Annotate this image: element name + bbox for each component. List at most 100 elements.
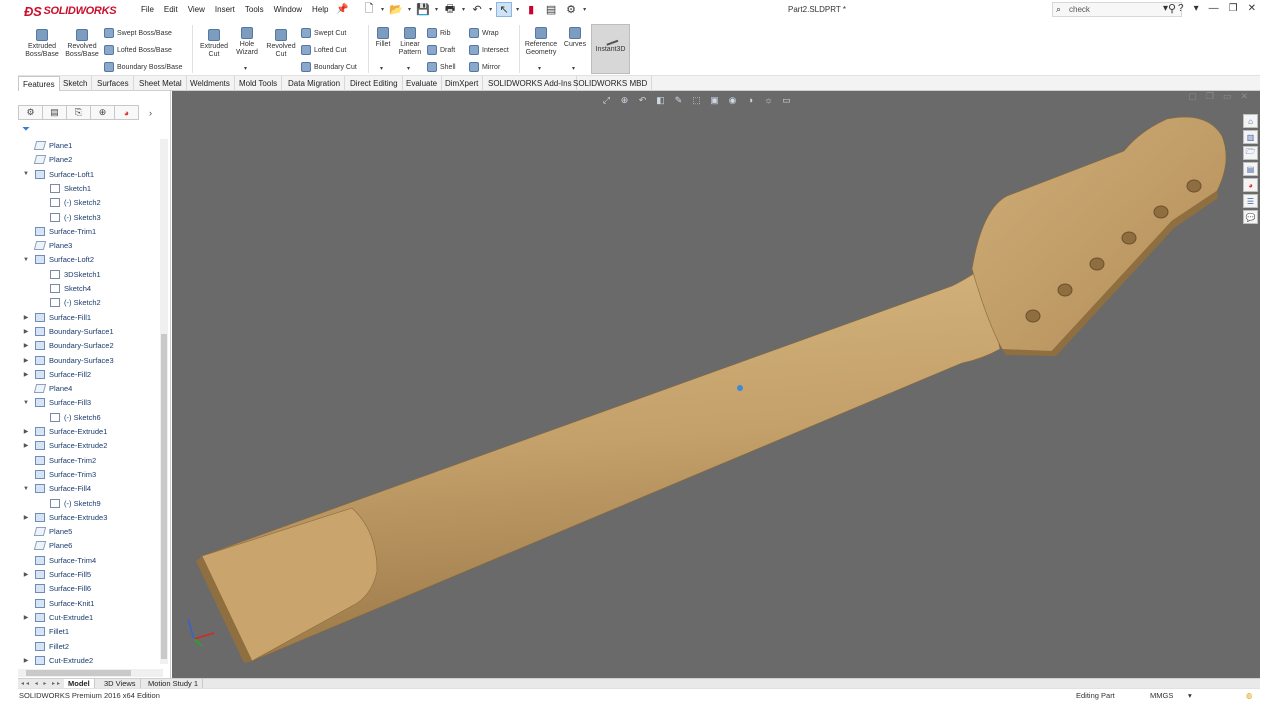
chevron-down-icon[interactable]: ▾ bbox=[407, 65, 410, 72]
tree-item[interactable]: ▼ Surface-Loft2 bbox=[23, 253, 94, 266]
tab-dimxpert[interactable]: DimXpert bbox=[441, 76, 484, 91]
traffic-light-icon[interactable]: ▮ bbox=[523, 2, 539, 17]
edit-appearance-icon[interactable]: ◑ bbox=[744, 94, 757, 106]
tree-item[interactable]: Plane1 bbox=[33, 139, 72, 152]
tree-item[interactable]: Plane2 bbox=[33, 153, 72, 166]
guitar-neck-model[interactable] bbox=[172, 91, 1260, 678]
hide-show-items-icon[interactable]: ◉ bbox=[726, 94, 739, 106]
undo-icon[interactable]: ↶ bbox=[469, 2, 485, 17]
open-folder-icon[interactable]: 📂 bbox=[388, 2, 404, 17]
tree-item[interactable]: ▶ Surface-Extrude3 bbox=[24, 511, 107, 524]
instant3d-button[interactable]: Instant3D bbox=[591, 24, 630, 74]
tab-data-migration[interactable]: Data Migration bbox=[284, 76, 346, 91]
tree-item[interactable]: Plane5 bbox=[33, 525, 72, 538]
rib-button[interactable]: Rib bbox=[427, 28, 451, 38]
previous-view-icon[interactable]: ↶ bbox=[636, 94, 649, 106]
chevron-down-icon[interactable]: ▾ bbox=[462, 6, 465, 13]
tree-item[interactable]: Surface-Knit1 bbox=[35, 597, 94, 610]
tree-item[interactable]: ▶ Boundary-Surface2 bbox=[24, 339, 114, 352]
chevron-down-icon[interactable]: ▾ bbox=[380, 65, 383, 72]
collapse-arrow-icon[interactable]: ▼ bbox=[22, 486, 30, 492]
tree-item[interactable]: ▶ Surface-Fill1 bbox=[24, 311, 91, 324]
help-button[interactable]: ? bbox=[1178, 3, 1184, 14]
property-manager-icon[interactable]: ▤ bbox=[42, 105, 67, 120]
tab-surfaces[interactable]: Surfaces bbox=[93, 76, 134, 91]
viewport-restore-icon[interactable]: ❐ bbox=[1206, 91, 1214, 102]
boundary-boss-button[interactable]: Boundary Boss/Base bbox=[104, 62, 182, 72]
tab-direct-editing[interactable]: Direct Editing bbox=[346, 76, 403, 91]
lofted-boss-button[interactable]: Lofted Boss/Base bbox=[104, 45, 172, 55]
save-icon[interactable]: 💾 bbox=[415, 2, 431, 17]
view-palette-icon[interactable]: ▤ bbox=[1243, 162, 1258, 176]
tree-item[interactable]: ▶ Cut-Extrude1 bbox=[24, 611, 93, 624]
tree-item[interactable]: (-) Sketch3 bbox=[50, 211, 101, 224]
scrollbar-thumb[interactable] bbox=[161, 334, 167, 659]
intersect-button[interactable]: Intersect bbox=[469, 45, 509, 55]
zoom-to-fit-icon[interactable]: ⤢ bbox=[600, 94, 613, 106]
menu-help[interactable]: Help bbox=[307, 5, 333, 14]
menu-insert[interactable]: Insert bbox=[210, 5, 240, 14]
boundary-cut-button[interactable]: Boundary Cut bbox=[301, 62, 357, 72]
chevron-down-icon[interactable]: ▾ bbox=[381, 6, 384, 13]
dynamic-annotation-icon[interactable]: ✎ bbox=[672, 94, 685, 106]
viewport-close-icon[interactable]: ✕ bbox=[1240, 91, 1248, 102]
reference-geometry-button[interactable]: Reference Geometry bbox=[521, 27, 561, 57]
chevron-down-icon[interactable]: ▾ bbox=[1163, 3, 1168, 14]
menu-edit[interactable]: Edit bbox=[159, 5, 183, 14]
menu-view[interactable]: View bbox=[183, 5, 210, 14]
expand-arrow-icon[interactable]: ▶ bbox=[22, 371, 30, 378]
tree-item[interactable]: Surface-Fill6 bbox=[35, 582, 91, 595]
tree-item[interactable]: (-) Sketch2 bbox=[50, 296, 101, 309]
chevron-down-icon[interactable]: ▾ bbox=[538, 65, 541, 72]
custom-properties-icon[interactable]: ☰ bbox=[1243, 194, 1258, 208]
options-gear-icon[interactable]: ⚙ bbox=[563, 2, 579, 17]
chevron-down-icon[interactable]: ▾ bbox=[408, 6, 411, 13]
wrap-button[interactable]: Wrap bbox=[469, 28, 499, 38]
tree-item[interactable]: Plane4 bbox=[33, 382, 72, 395]
expand-arrow-icon[interactable]: ▶ bbox=[22, 614, 30, 621]
expand-arrow-icon[interactable]: ▶ bbox=[22, 328, 30, 335]
chevron-down-icon[interactable]: ▾ bbox=[489, 6, 492, 13]
tab-evaluate[interactable]: Evaluate bbox=[402, 76, 443, 91]
print-icon[interactable]: 🖶 bbox=[442, 2, 458, 17]
tree-item[interactable]: ▶ Surface-Fill5 bbox=[24, 568, 91, 581]
units-selector[interactable]: MMGS bbox=[1150, 691, 1173, 700]
tree-horizontal-scrollbar[interactable] bbox=[18, 669, 163, 677]
tree-item[interactable]: ▼ Surface-Fill3 bbox=[23, 396, 91, 409]
hole-wizard-button[interactable]: Hole Wizard bbox=[232, 27, 262, 57]
file-explorer-icon[interactable]: 🗁 bbox=[1243, 146, 1258, 160]
view-orientation-icon[interactable]: ⬚ bbox=[690, 94, 703, 106]
curves-button[interactable]: Curves bbox=[562, 27, 588, 49]
revolved-boss-button[interactable]: Revolved Boss/Base bbox=[64, 29, 100, 59]
collapse-arrow-icon[interactable]: ▼ bbox=[22, 257, 30, 263]
new-document-icon[interactable]: 🗋 bbox=[361, 2, 377, 17]
configuration-manager-icon[interactable]: ⎘ bbox=[66, 105, 91, 120]
tree-item[interactable]: ▶ Boundary-Surface1 bbox=[24, 325, 114, 338]
tree-item[interactable]: Fillet1 bbox=[35, 625, 69, 638]
tree-item[interactable]: Plane6 bbox=[33, 539, 72, 552]
chevron-down-icon[interactable]: ▾ bbox=[1188, 691, 1192, 700]
select-cursor-icon[interactable]: ↖ bbox=[496, 2, 513, 17]
tab-solidworks-add-ins[interactable]: SOLIDWORKS Add-Ins bbox=[484, 76, 577, 91]
mirror-button[interactable]: Mirror bbox=[469, 62, 500, 72]
scrollbar-thumb[interactable] bbox=[26, 670, 131, 676]
expand-arrow-icon[interactable]: ▶ bbox=[22, 314, 30, 321]
solidworks-resources-icon[interactable]: ⌂ bbox=[1243, 114, 1258, 128]
swept-boss-button[interactable]: Swept Boss/Base bbox=[104, 28, 172, 38]
section-view-icon[interactable]: ◧ bbox=[654, 94, 667, 106]
close-icon[interactable]: ✕ bbox=[1248, 3, 1256, 14]
chevron-down-icon[interactable]: ▾ bbox=[583, 6, 586, 13]
feature-manager-icon[interactable]: ⚙ bbox=[18, 105, 43, 120]
menu-file[interactable]: File bbox=[136, 5, 159, 14]
tab-features[interactable]: Features bbox=[18, 76, 60, 91]
expand-arrow-icon[interactable]: ▶ bbox=[22, 428, 30, 435]
draft-button[interactable]: Draft bbox=[427, 45, 455, 55]
filter-icon[interactable]: ⏷ bbox=[22, 124, 30, 135]
tab-mold-tools[interactable]: Mold Tools bbox=[235, 76, 283, 91]
chevron-down-icon[interactable]: ▾ bbox=[1194, 3, 1199, 14]
chevron-down-icon[interactable]: ▾ bbox=[572, 65, 575, 72]
zoom-to-area-icon[interactable]: ⊕ bbox=[618, 94, 631, 106]
chevron-down-icon[interactable]: ▾ bbox=[516, 6, 519, 13]
tree-item[interactable]: ▶ Surface-Fill2 bbox=[24, 368, 91, 381]
collapse-arrow-icon[interactable]: ▼ bbox=[22, 171, 30, 177]
